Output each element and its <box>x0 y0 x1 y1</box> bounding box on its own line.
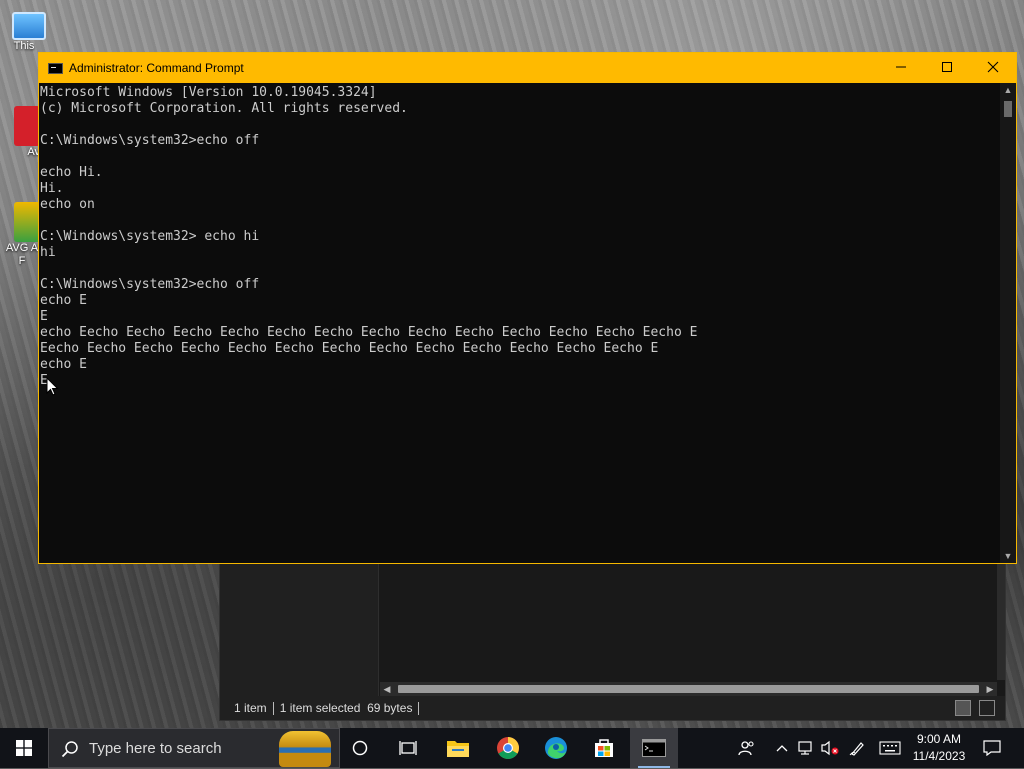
title-bar[interactable]: Administrator: Command Prompt <box>39 53 1016 83</box>
network-icon[interactable] <box>794 728 818 768</box>
maximize-button[interactable] <box>924 53 970 83</box>
console-line: hi <box>40 245 56 260</box>
console-line: E <box>40 309 48 324</box>
avg-icon <box>14 202 40 242</box>
clock-time: 9:00 AM <box>916 732 962 746</box>
task-view-button[interactable] <box>384 728 432 768</box>
chevron-right-icon[interactable]: ▶ <box>983 682 997 696</box>
status-selected-count: 1 item selected <box>279 701 361 715</box>
console-line: E <box>40 373 48 388</box>
clock-date: 11/4/2023 <box>912 749 966 763</box>
desktop-icon-label: AVG A F <box>5 242 39 267</box>
keyboard-icon[interactable] <box>876 728 904 768</box>
console-line: Eecho Eecho Eecho Eecho Eecho Eecho Eech… <box>40 341 659 356</box>
cmd-icon <box>642 739 666 757</box>
close-button[interactable] <box>970 53 1016 83</box>
folder-icon <box>447 741 469 757</box>
console-line: (c) Microsoft Corporation. All rights re… <box>40 101 408 116</box>
file-explorer-taskbar-button[interactable] <box>434 728 482 768</box>
clock[interactable]: 9:00 AM 11/4/2023 <box>908 728 970 768</box>
window-title: Administrator: Command Prompt <box>69 61 244 75</box>
console-line: Hi. <box>40 181 64 196</box>
status-bar: 1 item 1 item selected 69 bytes <box>220 696 1005 720</box>
chevron-left-icon[interactable]: ◀ <box>380 682 394 696</box>
console-line: C:\Windows\system32>echo off <box>40 133 260 148</box>
file-explorer-window[interactable]: ◀ ▶ 1 item 1 item selected 69 bytes <box>219 560 1006 721</box>
pen-icon[interactable] <box>846 728 870 768</box>
search-highlight-image[interactable] <box>279 731 331 767</box>
details-view-icon[interactable] <box>955 700 971 716</box>
desktop-icon-label: This <box>13 40 35 52</box>
chevron-up-icon[interactable] <box>772 728 792 768</box>
status-item-count: 1 item <box>234 701 267 715</box>
console-line: echo E <box>40 357 87 372</box>
explorer-content-area[interactable] <box>379 560 1005 696</box>
scrollbar-thumb[interactable] <box>1004 101 1012 117</box>
search-icon <box>61 741 78 758</box>
vertical-scrollbar[interactable] <box>997 560 1005 680</box>
search-input[interactable]: Type here to search <box>48 728 340 768</box>
scrollbar-thumb[interactable] <box>398 685 979 693</box>
maximize-icon <box>942 62 952 72</box>
acrobat-icon <box>14 106 40 146</box>
desktop-icon-this-pc[interactable]: This <box>2 6 46 52</box>
console-line: echo Eecho Eecho Eecho Eecho Eecho Eecho… <box>40 325 698 340</box>
windows-logo-icon <box>16 740 32 756</box>
cortana-button[interactable] <box>336 728 384 768</box>
mouse-cursor-icon <box>46 377 59 396</box>
minimize-button[interactable] <box>878 53 924 83</box>
horizontal-scrollbar[interactable]: ◀ ▶ <box>380 682 997 696</box>
vertical-scrollbar[interactable]: ▲ ▼ <box>1000 83 1016 563</box>
cortana-icon <box>352 740 368 756</box>
console-line: C:\Windows\system32>echo off <box>40 277 260 292</box>
edge-icon <box>545 737 567 759</box>
console-line: Microsoft Windows [Version 10.0.19045.33… <box>40 85 377 100</box>
chevron-up-icon[interactable]: ▲ <box>1000 83 1016 97</box>
close-icon <box>987 61 999 73</box>
console-line: C:\Windows\system32> echo hi <box>40 229 260 244</box>
chrome-icon <box>497 737 519 759</box>
chrome-taskbar-button[interactable] <box>484 728 532 768</box>
navigation-pane[interactable] <box>220 560 379 696</box>
volume-muted-icon[interactable] <box>818 728 842 768</box>
people-icon[interactable] <box>734 728 760 768</box>
large-icons-view-icon[interactable] <box>979 700 995 716</box>
console-line: echo E <box>40 293 87 308</box>
command-prompt-window[interactable]: Administrator: Command Prompt Microsoft … <box>38 52 1017 564</box>
console-line: echo Hi. <box>40 165 103 180</box>
command-prompt-taskbar-button[interactable] <box>630 728 678 768</box>
console-output[interactable]: Microsoft Windows [Version 10.0.19045.33… <box>39 83 1000 563</box>
taskbar: Type here to search 9:00 AM 11/4/2023 <box>0 728 1024 768</box>
search-placeholder: Type here to search <box>89 740 222 757</box>
microsoft-store-taskbar-button[interactable] <box>580 728 628 768</box>
edge-taskbar-button[interactable] <box>532 728 580 768</box>
store-icon <box>595 739 613 757</box>
notification-icon[interactable] <box>978 728 1006 768</box>
chevron-down-icon[interactable]: ▼ <box>1000 549 1016 563</box>
task-view-icon <box>399 741 417 755</box>
cmd-icon[interactable] <box>48 63 63 74</box>
console-line: echo on <box>40 197 95 212</box>
start-button[interactable] <box>0 728 48 768</box>
minimize-icon <box>896 66 906 68</box>
status-selected-size: 69 bytes <box>367 701 413 715</box>
computer-icon <box>12 12 46 40</box>
